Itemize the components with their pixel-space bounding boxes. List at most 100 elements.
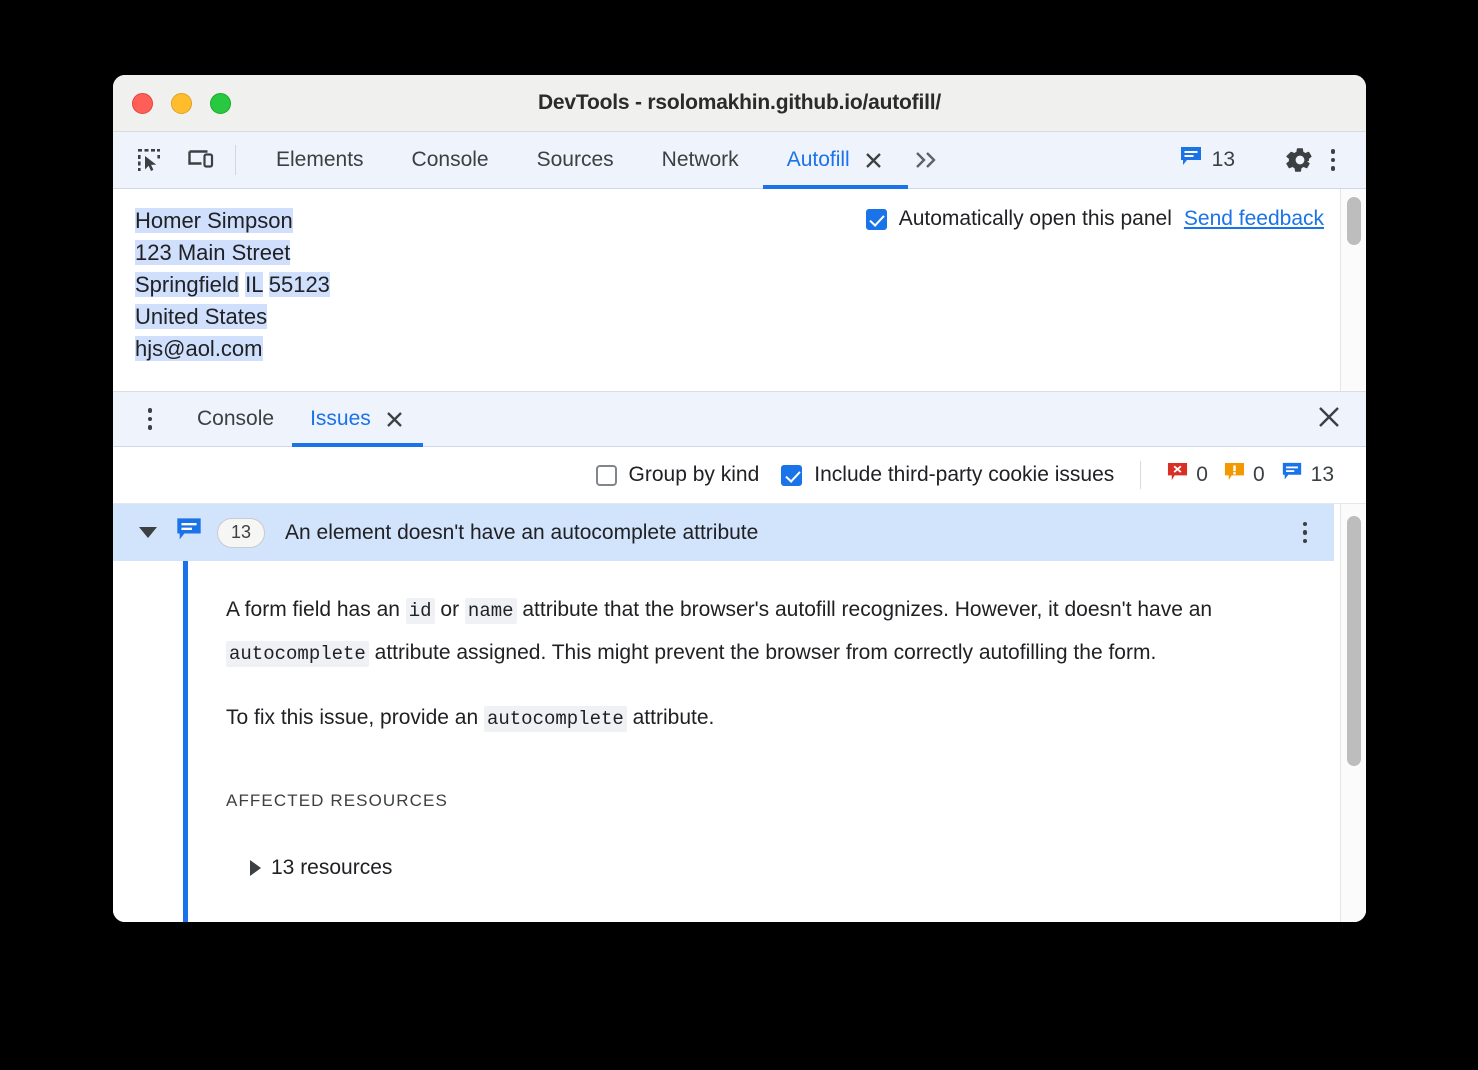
address-chunk: IL xyxy=(245,272,263,297)
drawer-menu-button[interactable] xyxy=(113,392,179,446)
group-by-kind-control[interactable]: Group by kind xyxy=(595,463,759,487)
tabbar-left-icons xyxy=(113,132,219,188)
devtools-drawer: Console Issues Group by kind Include thi… xyxy=(113,392,1366,922)
zoom-window-button[interactable] xyxy=(210,92,231,114)
code-autocomplete: autocomplete xyxy=(483,706,627,732)
auto-open-panel-label: Automatically open this panel xyxy=(898,207,1172,230)
address-line: Springfield IL 55123 xyxy=(135,269,330,301)
chevron-right-icon[interactable] xyxy=(250,859,261,876)
auto-open-panel-checkbox[interactable] xyxy=(865,208,887,230)
devtools-window: DevTools - rsolomakhin.github.io/autofil… xyxy=(113,75,1366,922)
issue-details: A form field has an id or name attribute… xyxy=(113,561,1334,922)
address-line: United States xyxy=(135,301,330,333)
tab-elements[interactable]: Elements xyxy=(252,132,388,188)
drawer-tab-label: Issues xyxy=(310,407,371,430)
tab-autofill[interactable]: Autofill xyxy=(762,132,908,189)
autofill-address-preview: Homer Simpson 123 Main Street Springfiel… xyxy=(113,189,330,391)
autofill-scrollbar-thumb[interactable] xyxy=(1347,197,1361,245)
text-fragment: or xyxy=(434,598,465,621)
issues-counter-button[interactable]: 13 xyxy=(1165,145,1249,175)
address-chunk: Homer Simpson xyxy=(135,208,293,233)
close-drawer-button[interactable] xyxy=(1316,392,1366,446)
close-icon[interactable] xyxy=(385,409,405,429)
tab-sources[interactable]: Sources xyxy=(513,132,638,188)
issue-title: An element doesn't have an autocomplete … xyxy=(285,520,759,544)
tab-label: Sources xyxy=(536,148,614,171)
issues-count-label: 13 xyxy=(1211,148,1235,171)
affected-resources-toggle[interactable]: 13 resources xyxy=(226,847,1306,888)
address-chunk: United States xyxy=(135,304,268,329)
tab-console[interactable]: Console xyxy=(388,132,513,188)
close-icon[interactable] xyxy=(1316,404,1342,435)
affected-resources-label: 13 resources xyxy=(271,856,393,879)
address-line: Homer Simpson xyxy=(135,205,330,237)
third-party-cookies-checkbox[interactable] xyxy=(781,464,803,486)
issue-paragraph-2: To fix this issue, provide an autocomple… xyxy=(226,697,1306,740)
chevron-down-icon[interactable] xyxy=(139,527,157,538)
send-feedback-link[interactable]: Send feedback xyxy=(1184,207,1324,231)
window-titlebar: DevTools - rsolomakhin.github.io/autofil… xyxy=(113,75,1366,132)
gear-icon[interactable] xyxy=(1282,142,1318,178)
text-fragment: attribute assigned. This might prevent t… xyxy=(368,641,1157,664)
devtools-tabbar: Elements Console Sources Network Autofil… xyxy=(113,132,1366,189)
tab-label: Autofill xyxy=(786,148,850,171)
text-fragment: attribute that the browser's autofill re… xyxy=(516,598,1213,621)
text-fragment: attribute. xyxy=(626,706,715,729)
issues-scrollbar[interactable] xyxy=(1340,504,1366,922)
autofill-scrollbar[interactable] xyxy=(1340,189,1366,391)
window-title: DevTools - rsolomakhin.github.io/autofil… xyxy=(537,91,942,114)
device-toolbar-icon[interactable] xyxy=(183,142,219,178)
close-icon[interactable] xyxy=(864,150,884,170)
issue-paragraph-1: A form field has an id or name attribute… xyxy=(226,589,1306,675)
drawer-tab-console[interactable]: Console xyxy=(179,392,292,446)
issue-row-header[interactable]: 13 An element doesn't have an autocomple… xyxy=(113,504,1334,561)
close-window-button[interactable] xyxy=(132,92,153,114)
group-by-kind-checkbox[interactable] xyxy=(595,464,617,486)
warning-count-group[interactable]: 0 xyxy=(1224,462,1265,489)
address-chunk: hjs@aol.com xyxy=(135,336,263,361)
text-fragment: A form field has an xyxy=(226,598,406,621)
issue-description: A form field has an id or name attribute… xyxy=(113,589,1334,888)
code-id: id xyxy=(405,598,435,624)
inspect-element-icon[interactable] xyxy=(131,142,167,178)
issue-bubble-icon xyxy=(1281,461,1303,489)
third-party-cookies-label: Include third-party cookie issues xyxy=(814,463,1115,486)
issues-scrollbar-thumb[interactable] xyxy=(1347,516,1361,766)
minimize-window-button[interactable] xyxy=(171,92,192,114)
error-count-group[interactable]: 0 xyxy=(1167,462,1208,489)
tabbar-right-icons: 13 xyxy=(1165,132,1366,188)
address-chunk: 123 Main Street xyxy=(135,240,291,265)
text-fragment: To fix this issue, provide an xyxy=(226,706,484,729)
kebab-menu-icon[interactable] xyxy=(1318,145,1348,175)
issue-count-label: 13 xyxy=(1310,463,1334,486)
issue-menu-button[interactable] xyxy=(1290,518,1334,548)
drawer-tab-label: Console xyxy=(197,407,275,430)
tab-label: Elements xyxy=(276,148,364,171)
chevron-double-right-icon[interactable] xyxy=(908,132,948,188)
panel-tabs: Elements Console Sources Network Autofil… xyxy=(252,132,948,189)
issue-counts: 0 0 13 xyxy=(1167,461,1334,489)
issues-filter-toolbar: Group by kind Include third-party cookie… xyxy=(113,447,1366,504)
tab-label: Network xyxy=(661,148,739,171)
tabbar-divider xyxy=(235,145,236,175)
kebab-menu-icon[interactable] xyxy=(1290,518,1320,548)
address-chunk: 55123 xyxy=(268,272,330,297)
address-line: 123 Main Street xyxy=(135,237,330,269)
address-line: hjs@aol.com xyxy=(135,333,330,365)
issue-count-group[interactable]: 13 xyxy=(1281,461,1334,489)
tab-network[interactable]: Network xyxy=(638,132,763,188)
tab-label: Console xyxy=(411,148,489,171)
affected-resources-heading: AFFECTED RESOURCES xyxy=(226,791,448,810)
error-icon xyxy=(1167,462,1188,489)
code-autocomplete: autocomplete xyxy=(226,641,369,667)
issue-detail-rail xyxy=(183,561,188,922)
issue-bubble-icon xyxy=(1179,145,1203,175)
autofill-panel-options: Automatically open this panel Send feedb… xyxy=(865,207,1324,231)
third-party-cookies-control[interactable]: Include third-party cookie issues xyxy=(781,463,1114,487)
error-count-label: 0 xyxy=(1196,463,1208,486)
kebab-menu-icon[interactable] xyxy=(135,404,165,434)
toolbar-divider xyxy=(1140,461,1142,489)
warning-icon xyxy=(1224,462,1245,489)
traffic-lights xyxy=(132,92,231,114)
drawer-tab-issues[interactable]: Issues xyxy=(292,392,423,447)
